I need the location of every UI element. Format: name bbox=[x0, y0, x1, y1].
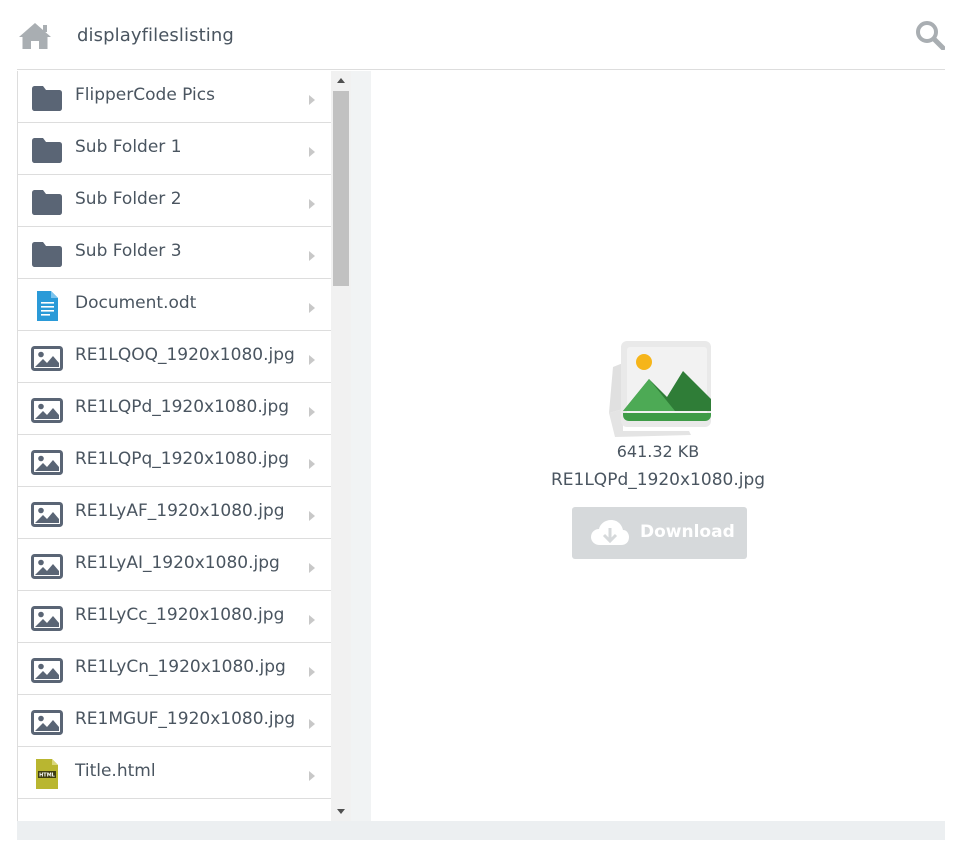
file-row-image[interactable]: RE1LyAF_1920x1080.jpg bbox=[18, 487, 331, 539]
chevron-right-icon bbox=[308, 247, 316, 261]
chevron-right-icon bbox=[308, 715, 316, 729]
file-name-label: RE1LyAI_1920x1080.jpg bbox=[75, 553, 280, 573]
download-label: Download bbox=[640, 522, 735, 542]
document-icon bbox=[31, 291, 63, 321]
cloud-download-icon bbox=[591, 520, 629, 545]
image-icon bbox=[31, 447, 63, 477]
file-row-image[interactable]: RE1LyCn_1920x1080.jpg bbox=[18, 643, 331, 695]
file-name-label: Title.html bbox=[75, 761, 156, 781]
file-name-label: RE1LQOQ_1920x1080.jpg bbox=[75, 345, 295, 365]
chevron-right-icon bbox=[308, 611, 316, 625]
chevron-right-icon bbox=[308, 143, 316, 157]
image-icon bbox=[31, 707, 63, 737]
divider bbox=[351, 71, 371, 821]
download-button[interactable]: Download bbox=[572, 507, 747, 559]
file-row-image[interactable]: RE1LyCc_1920x1080.jpg bbox=[18, 591, 331, 643]
image-icon bbox=[31, 603, 63, 633]
chevron-right-icon bbox=[308, 559, 316, 573]
file-row-html[interactable]: HTML Title.html bbox=[18, 747, 331, 799]
chevron-right-icon bbox=[308, 195, 316, 209]
scroll-up-arrow-icon[interactable] bbox=[331, 71, 351, 91]
scrollbar-thumb[interactable] bbox=[333, 91, 349, 286]
chevron-right-icon bbox=[308, 455, 316, 469]
horizontal-scroll-track[interactable] bbox=[17, 821, 945, 840]
image-icon bbox=[31, 655, 63, 685]
file-row-image[interactable]: RE1LyAI_1920x1080.jpg bbox=[18, 539, 331, 591]
search-icon[interactable] bbox=[915, 20, 945, 50]
file-list: FlipperCode Pics Sub Folder 1 Sub Folder 2… bbox=[17, 71, 331, 821]
file-row-folder[interactable]: Sub Folder 1 bbox=[18, 123, 331, 175]
file-name-label: RE1LyCn_1920x1080.jpg bbox=[75, 657, 286, 677]
folder-icon bbox=[31, 135, 63, 165]
svg-text:HTML: HTML bbox=[39, 773, 56, 779]
image-icon bbox=[31, 551, 63, 581]
file-size: 641.32 KB bbox=[616, 442, 700, 461]
html-file-icon: HTML bbox=[31, 759, 63, 789]
page-title: displayfileslisting bbox=[77, 25, 234, 46]
chevron-right-icon bbox=[308, 91, 316, 105]
file-name-label: Document.odt bbox=[75, 293, 197, 313]
file-name-label: RE1LQPd_1920x1080.jpg bbox=[75, 397, 290, 417]
image-preview-icon bbox=[609, 341, 711, 437]
file-row-folder[interactable]: FlipperCode Pics bbox=[18, 71, 331, 123]
file-name-label: RE1LyCc_1920x1080.jpg bbox=[75, 605, 285, 625]
file-name-label: Sub Folder 3 bbox=[75, 241, 182, 261]
file-name: RE1LQPd_1920x1080.jpg bbox=[550, 470, 766, 490]
file-name-label: RE1LyAF_1920x1080.jpg bbox=[75, 501, 285, 521]
folder-icon bbox=[31, 239, 63, 269]
folder-icon bbox=[31, 83, 63, 113]
preview-panel: 641.32 KB RE1LQPd_1920x1080.jpg Download bbox=[371, 71, 945, 821]
file-name-label: RE1MGUF_1920x1080.jpg bbox=[75, 709, 296, 729]
chevron-right-icon bbox=[308, 663, 316, 677]
scrollbar[interactable] bbox=[331, 71, 351, 821]
scroll-down-arrow-icon[interactable] bbox=[331, 801, 351, 821]
image-icon bbox=[31, 395, 63, 425]
file-name-label: Sub Folder 2 bbox=[75, 189, 182, 209]
file-row-image[interactable]: RE1LQPq_1920x1080.jpg bbox=[18, 435, 331, 487]
file-row-folder[interactable]: Sub Folder 3 bbox=[18, 227, 331, 279]
header: displayfileslisting bbox=[17, 0, 945, 70]
file-row-image[interactable]: RE1LQOQ_1920x1080.jpg bbox=[18, 331, 331, 383]
file-row-folder[interactable]: Sub Folder 2 bbox=[18, 175, 331, 227]
image-icon bbox=[31, 499, 63, 529]
chevron-right-icon bbox=[308, 351, 316, 365]
file-name-label: RE1LQPq_1920x1080.jpg bbox=[75, 449, 290, 469]
file-row-image[interactable]: RE1LQPd_1920x1080.jpg bbox=[18, 383, 331, 435]
chevron-right-icon bbox=[308, 767, 316, 781]
chevron-right-icon bbox=[308, 507, 316, 521]
file-row-document[interactable]: Document.odt bbox=[18, 279, 331, 331]
chevron-right-icon bbox=[308, 299, 316, 313]
file-row-image[interactable]: RE1MGUF_1920x1080.jpg bbox=[18, 695, 331, 747]
file-name-label: FlipperCode Pics bbox=[75, 85, 215, 105]
chevron-right-icon bbox=[308, 403, 316, 417]
file-name-label: Sub Folder 1 bbox=[75, 137, 182, 157]
home-icon[interactable] bbox=[18, 22, 52, 50]
image-icon bbox=[31, 343, 63, 373]
folder-icon bbox=[31, 187, 63, 217]
